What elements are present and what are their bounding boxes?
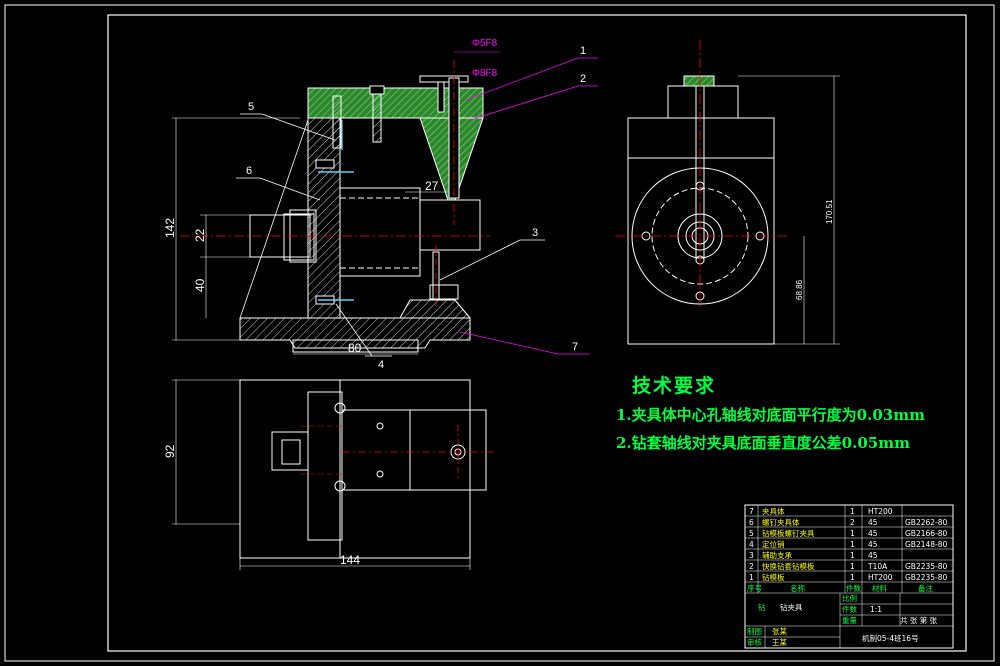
bom-row2-mat: 45 bbox=[868, 518, 878, 527]
bom-row7-mat: HT200 bbox=[868, 573, 893, 582]
dim-144: 144 bbox=[340, 553, 360, 567]
bom-row4-no: 4 bbox=[749, 540, 754, 549]
bom-row7-std: GB2235-80 bbox=[905, 573, 948, 582]
bom-row6-mat: T10A bbox=[867, 562, 888, 571]
tb-class: 机制05-4班16号 bbox=[862, 633, 919, 643]
dim-92: 92 bbox=[163, 444, 177, 458]
bom-row3-name: 钻模板螺钉夹具 bbox=[762, 528, 815, 538]
bom-row7-name: 钻模板 bbox=[762, 572, 785, 582]
bom-row4-qty: 1 bbox=[850, 540, 855, 549]
bom-row6-name: 快换钻套钻模板 bbox=[762, 561, 815, 571]
tech-req-line-1: 1.夹具体中心孔轴线对底面平行度为0.03mm bbox=[616, 406, 925, 424]
bom-row6-std: GB2235-80 bbox=[905, 562, 948, 571]
bom-row5-name: 辅助支承 bbox=[762, 550, 792, 560]
tb-part-name: 钻夹具 bbox=[780, 602, 803, 612]
balloon-7: 7 bbox=[572, 341, 578, 353]
tb-part-label: 钻 bbox=[758, 602, 766, 612]
drawing-frame bbox=[107, 14, 967, 652]
side-view: 170.51 68.86 bbox=[615, 40, 840, 345]
bom-row3-no: 5 bbox=[749, 529, 754, 538]
bom-hdr-no: 序号 bbox=[747, 583, 762, 593]
tb-qty-label: 件数 bbox=[842, 604, 857, 614]
bom-row5-mat: 45 bbox=[868, 551, 878, 560]
bom-hdr-qty: 件数 bbox=[846, 583, 861, 593]
bom-row2-name: 螺钉夹具体 bbox=[762, 517, 800, 527]
bom-row6-qty: 1 bbox=[850, 562, 855, 571]
bom-row1-qty: 1 bbox=[850, 507, 855, 516]
balloon-3: 3 bbox=[532, 227, 538, 239]
fit-inner: Φ8F8 bbox=[472, 68, 498, 79]
top-view: 92 144 bbox=[163, 379, 495, 570]
tb-drafter: 张某 bbox=[772, 627, 787, 636]
balloon-5: 5 bbox=[248, 101, 254, 113]
dim-side-h2: 68.86 bbox=[795, 279, 804, 300]
dim-side-h1: 170.51 bbox=[825, 199, 834, 224]
bom-row4-mat: 45 bbox=[868, 540, 878, 549]
dim-22: 22 bbox=[193, 228, 207, 242]
bom-row5-no: 3 bbox=[749, 551, 754, 560]
fit-outer: Φ5F8 bbox=[472, 38, 498, 49]
bom-hdr-name: 名称 bbox=[790, 583, 805, 593]
bom-row2-std: GB2262-80 bbox=[905, 518, 948, 527]
dim-142: 142 bbox=[163, 218, 177, 238]
bom-row4-name: 定位销 bbox=[762, 539, 785, 549]
title-block: 7 夹具体 1 HT200 6 螺钉夹具体 2 45 GB2262-80 5 钻… bbox=[744, 504, 954, 649]
bom-hdr-mat: 材料 bbox=[872, 583, 887, 593]
dim-80: 80 bbox=[348, 341, 362, 355]
tb-ratio-label: 比例 bbox=[842, 593, 857, 603]
tb-ratio: 1:1 bbox=[870, 605, 882, 614]
tb-checker-label: 审核 bbox=[747, 637, 762, 647]
bom-row7-no: 1 bbox=[749, 573, 754, 582]
balloon-6: 6 bbox=[246, 165, 252, 177]
dim-40: 40 bbox=[193, 278, 207, 292]
bom-hdr-std: 备注 bbox=[918, 583, 933, 593]
bom-row3-qty: 1 bbox=[850, 529, 855, 538]
balloon-2: 2 bbox=[580, 73, 586, 85]
tb-weight-label: 重量 bbox=[842, 616, 857, 625]
bom-row2-no: 6 bbox=[749, 518, 754, 527]
tech-req-title: 技术要求 bbox=[632, 374, 716, 397]
bom-row1-name: 夹具体 bbox=[762, 506, 785, 516]
sheet-border bbox=[4, 4, 995, 662]
tech-req-line-2: 2.钻套轴线对夹具底面垂直度公差0.05mm bbox=[616, 434, 910, 452]
balloon-4: 4 bbox=[378, 359, 384, 371]
tb-sheet: 共 张 第 张 bbox=[900, 615, 938, 625]
dim-27: 27 bbox=[425, 179, 439, 193]
bom-row2-qty: 2 bbox=[850, 518, 855, 527]
bom-row3-std: GB2166-80 bbox=[905, 529, 948, 538]
bom-row5-qty: 1 bbox=[850, 551, 855, 560]
tb-drafter-label: 制图 bbox=[747, 626, 762, 636]
tb-checker: 王某 bbox=[772, 638, 787, 647]
bom-row4-std: GB2148-80 bbox=[905, 540, 948, 549]
bom-row1-no: 7 bbox=[749, 507, 754, 516]
bom-row6-no: 2 bbox=[749, 562, 754, 571]
bom-row3-mat: 45 bbox=[868, 529, 878, 538]
balloon-1: 1 bbox=[580, 45, 586, 57]
cad-drawing: 142 22 40 27 80 Φ5F8 Φ8F8 1 2 3 4 5 6 7 … bbox=[4, 4, 995, 662]
front-view: 142 22 40 27 80 Φ5F8 Φ8F8 1 2 3 4 5 6 7 bbox=[163, 38, 598, 371]
bom-row1-mat: HT200 bbox=[868, 507, 893, 516]
bom-row7-qty: 1 bbox=[850, 573, 855, 582]
